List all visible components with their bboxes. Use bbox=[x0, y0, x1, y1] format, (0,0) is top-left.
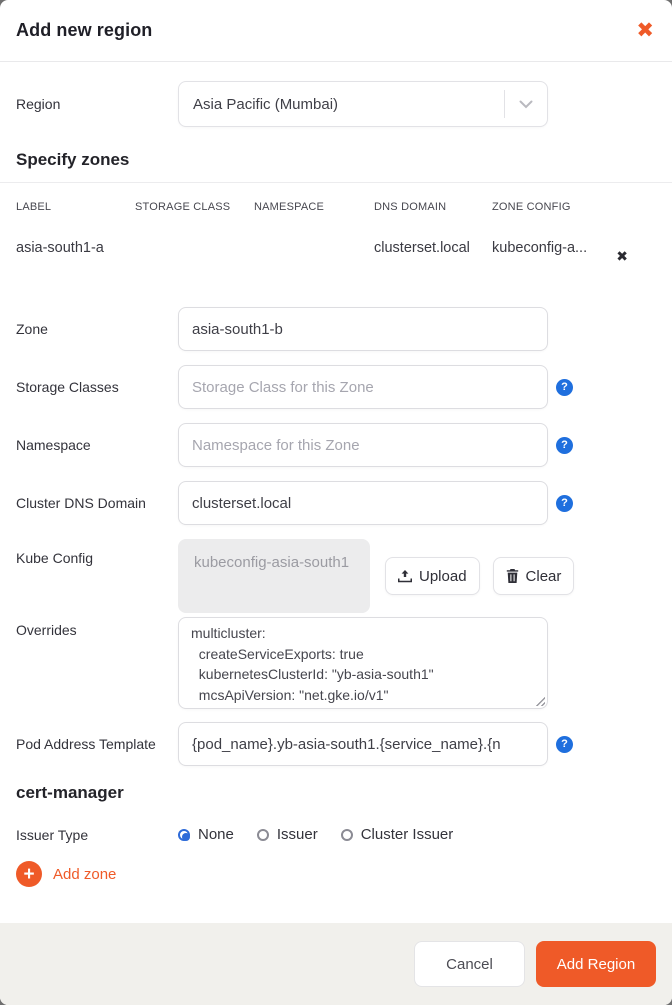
region-select-value: Asia Pacific (Mumbai) bbox=[193, 95, 339, 113]
delete-zone-icon[interactable]: ✖ bbox=[616, 249, 628, 263]
issuer-type-radio-issuer[interactable]: Issuer bbox=[256, 826, 318, 843]
cell-zone-label: asia-south1-a bbox=[16, 240, 104, 256]
table-row: asia-south1-a clusterset.local kubeconfi… bbox=[16, 240, 656, 263]
trash-icon bbox=[506, 569, 519, 583]
add-zone-label: Add zone bbox=[53, 865, 117, 883]
kube-config-filename: kubeconfig-asia-south1 bbox=[178, 539, 370, 613]
radio-label: None bbox=[198, 826, 234, 843]
col-header-storage-class: STORAGE CLASS bbox=[135, 201, 231, 213]
close-icon[interactable]: ✖ bbox=[636, 20, 654, 41]
cert-manager-heading: cert-manager bbox=[16, 783, 124, 802]
radio-icon bbox=[340, 828, 353, 841]
radio-icon bbox=[178, 828, 190, 841]
zones-table: LABEL STORAGE CLASS NAMESPACE DNS DOMAIN… bbox=[0, 183, 672, 263]
help-icon[interactable]: ? bbox=[556, 735, 573, 753]
region-label: Region bbox=[16, 96, 61, 112]
add-region-button[interactable]: Add Region bbox=[536, 941, 656, 987]
overrides-textarea[interactable]: multicluster: createServiceExports: true… bbox=[178, 617, 548, 709]
row-actions: ✖ bbox=[610, 240, 656, 263]
pod-address-template-label: Pod Address Template bbox=[16, 736, 156, 752]
help-icon[interactable]: ? bbox=[556, 494, 573, 512]
namespace-row: Namespace ? bbox=[16, 423, 656, 467]
chevron-down-icon bbox=[504, 90, 547, 118]
zone-label: Zone bbox=[16, 321, 48, 337]
cluster-dns-domain-input[interactable] bbox=[178, 481, 548, 525]
namespace-input[interactable] bbox=[178, 423, 548, 467]
storage-classes-input[interactable] bbox=[178, 365, 548, 409]
cluster-dns-domain-label: Cluster DNS Domain bbox=[16, 495, 146, 511]
region-field-row: Region Asia Pacific (Mumbai) bbox=[0, 81, 672, 127]
issuer-type-radio-none[interactable]: None bbox=[178, 826, 234, 843]
radio-label: Cluster Issuer bbox=[360, 826, 454, 843]
zones-table-header: LABEL STORAGE CLASS NAMESPACE DNS DOMAIN… bbox=[16, 201, 656, 213]
kube-config-buttons: Upload Clear bbox=[385, 557, 575, 595]
help-icon[interactable]: ? bbox=[556, 378, 573, 396]
namespace-label: Namespace bbox=[16, 437, 91, 453]
resize-handle[interactable] bbox=[534, 695, 545, 706]
zone-form: Zone Storage Classes ? Namespace ? Clust… bbox=[0, 307, 672, 766]
pod-address-template-row: Pod Address Template ? bbox=[16, 722, 656, 766]
col-header-dns-domain: DNS DOMAIN bbox=[374, 201, 447, 213]
upload-icon bbox=[398, 569, 412, 583]
overrides-row: Overrides multicluster: createServiceExp… bbox=[16, 617, 656, 709]
plus-icon: + bbox=[16, 861, 42, 887]
cluster-dns-domain-row: Cluster DNS Domain ? bbox=[16, 481, 656, 525]
clear-button-label: Clear bbox=[525, 567, 562, 585]
region-select[interactable]: Asia Pacific (Mumbai) bbox=[178, 81, 548, 127]
modal-footer: Cancel Add Region bbox=[0, 923, 672, 1005]
kube-config-label: Kube Config bbox=[16, 550, 94, 566]
zone-field-row: Zone bbox=[16, 307, 656, 351]
add-region-modal: Add new region ✖ Region Asia Pacific (Mu… bbox=[0, 0, 672, 1005]
pod-address-template-input[interactable] bbox=[178, 722, 548, 766]
clear-button[interactable]: Clear bbox=[492, 557, 575, 595]
help-icon[interactable]: ? bbox=[556, 436, 573, 454]
modal-header: Add new region ✖ bbox=[0, 0, 672, 62]
upload-button-label: Upload bbox=[419, 567, 467, 585]
issuer-type-radio-cluster-issuer[interactable]: Cluster Issuer bbox=[340, 826, 454, 843]
kube-config-row: Kube Config kubeconfig-asia-south1 Uploa… bbox=[16, 539, 656, 613]
overrides-label: Overrides bbox=[16, 622, 77, 638]
cancel-button[interactable]: Cancel bbox=[414, 941, 525, 987]
issuer-type-radio-group: None Issuer Cluster Issuer bbox=[178, 826, 453, 843]
radio-label: Issuer bbox=[276, 826, 318, 843]
modal-title: Add new region bbox=[16, 20, 153, 40]
storage-classes-row: Storage Classes ? bbox=[16, 365, 656, 409]
storage-classes-label: Storage Classes bbox=[16, 379, 119, 395]
issuer-type-row: Issuer Type None Issuer Cluster Issuer bbox=[0, 826, 672, 843]
radio-icon bbox=[256, 828, 269, 841]
zone-input[interactable] bbox=[178, 307, 548, 351]
add-zone-button[interactable]: + Add zone bbox=[0, 861, 672, 887]
upload-button[interactable]: Upload bbox=[385, 557, 480, 595]
col-header-namespace: NAMESPACE bbox=[254, 201, 325, 213]
col-header-zone-config: ZONE CONFIG bbox=[492, 201, 571, 213]
cell-zone-config: kubeconfig-a... bbox=[492, 240, 588, 256]
col-header-label: LABEL bbox=[16, 201, 52, 213]
issuer-type-label: Issuer Type bbox=[16, 826, 89, 843]
specify-zones-heading: Specify zones bbox=[16, 150, 130, 169]
cell-dns-domain: clusterset.local bbox=[374, 240, 470, 256]
